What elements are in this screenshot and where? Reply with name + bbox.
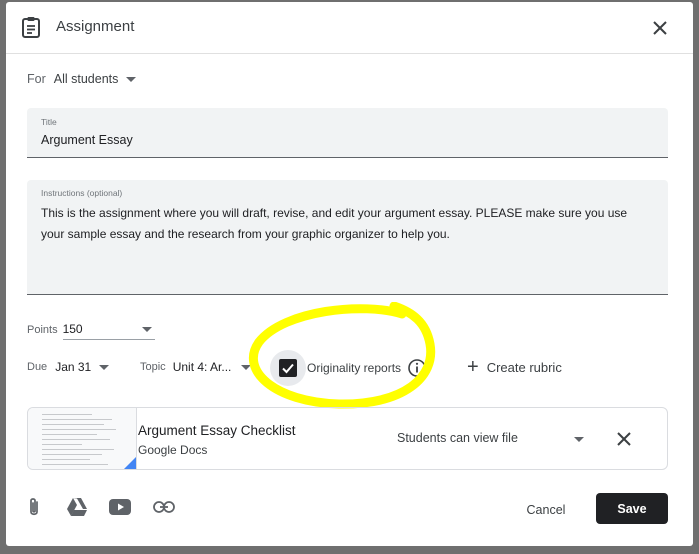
plus-icon: + (467, 356, 479, 378)
assignment-dialog: Assignment For All students Title Argume… (6, 2, 693, 546)
create-rubric-label: Create rubric (486, 359, 562, 375)
topic-selector[interactable]: Topic Unit 4: Ar... (140, 360, 252, 374)
title-label: Title (41, 117, 57, 127)
title-field[interactable]: Title Argument Essay (27, 108, 668, 158)
close-icon[interactable] (648, 16, 672, 40)
attachment-type: Google Docs (138, 443, 208, 457)
for-label: For (27, 72, 46, 86)
points-label: Points (27, 324, 58, 336)
points-value: 150 (62, 322, 83, 336)
due-label: Due (27, 361, 48, 373)
points-row: Points 150 (27, 320, 155, 340)
share-permission-select[interactable]: Students can view file (397, 431, 518, 445)
chevron-down-icon (141, 327, 152, 332)
dialog-title: Assignment (56, 18, 135, 35)
google-docs-icon (122, 457, 136, 469)
due-selector[interactable]: Due Jan 31 (27, 360, 110, 374)
for-selector[interactable]: For All students (27, 72, 137, 86)
info-icon[interactable] (407, 358, 427, 378)
cancel-button[interactable]: Cancel (516, 496, 576, 524)
chevron-down-icon (241, 364, 252, 370)
for-value: All students (53, 72, 119, 86)
topic-value: Unit 4: Ar... (172, 360, 232, 374)
create-rubric-button[interactable]: + Create rubric (467, 356, 562, 378)
due-value: Jan 31 (55, 360, 92, 374)
youtube-icon[interactable] (108, 495, 132, 519)
chevron-down-icon (126, 76, 137, 82)
remove-attachment-icon[interactable] (614, 429, 634, 449)
check-icon (282, 363, 294, 374)
chevron-down-icon[interactable] (574, 437, 584, 442)
document-thumbnail (28, 408, 137, 469)
assignment-icon (22, 17, 40, 38)
instructions-field[interactable]: Instructions (optional) This is the assi… (27, 180, 668, 295)
originality-label: Originality reports (307, 361, 402, 375)
originality-checkbox[interactable] (270, 350, 306, 386)
checkbox-checked (279, 359, 297, 377)
link-icon[interactable] (152, 495, 176, 519)
attachment-title: Argument Essay Checklist (138, 423, 296, 438)
google-drive-icon[interactable] (65, 495, 89, 519)
save-button[interactable]: Save (596, 493, 668, 524)
paperclip-icon[interactable] (22, 495, 46, 519)
dialog-header: Assignment (6, 2, 693, 54)
points-select[interactable]: 150 (62, 320, 155, 340)
instructions-value: This is the assignment where you will dr… (41, 206, 628, 241)
attachment-card[interactable]: Argument Essay Checklist Google Docs Stu… (27, 407, 668, 470)
title-value: Argument Essay (41, 133, 133, 147)
instructions-label: Instructions (optional) (41, 188, 123, 198)
chevron-down-icon (99, 364, 110, 370)
topic-label: Topic (140, 361, 166, 373)
